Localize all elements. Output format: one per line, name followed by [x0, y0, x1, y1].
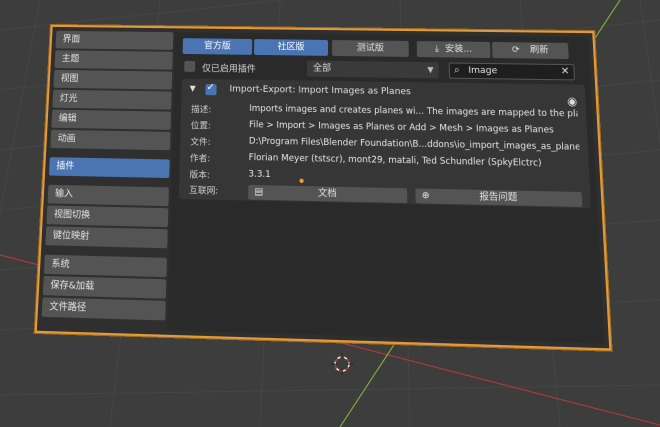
documentation-label: 文档 [318, 188, 337, 199]
file-key: 文件: [190, 135, 211, 148]
addon-title: Import-Export: Import Images as Planes [229, 84, 411, 97]
description-value: Imports images and creates planes wi... … [249, 104, 578, 120]
install-button[interactable]: ⤓ 安装... [417, 41, 491, 58]
sidebar-item-animation[interactable]: 动画 [50, 130, 170, 151]
mouse-cursor [299, 179, 303, 183]
category-value: 全部 [313, 64, 331, 74]
category-dropdown[interactable]: 全部 ▼ [307, 61, 439, 79]
search-icon: ⌕ [454, 64, 460, 78]
document-icon: ▤ [254, 185, 263, 200]
sidebar-item-themes[interactable]: 主题 [54, 50, 172, 69]
expand-arrow-icon[interactable]: ▼ [190, 84, 196, 93]
preferences-window: 界面 主题 视图 灯光 编辑 动画 插件 输入 视图切换 键位映射 系统 保存&… [35, 25, 612, 351]
addon-enable-checkbox[interactable] [205, 84, 216, 95]
web-key: 互联网: [189, 184, 218, 197]
sidebar-item-interface[interactable]: 界面 [55, 31, 173, 50]
sidebar-item-lights[interactable]: 灯光 [52, 90, 171, 110]
sidebar-item-system[interactable]: 系统 [44, 255, 167, 277]
sidebar-item-save-load[interactable]: 保存&加载 [43, 276, 167, 299]
sidebar-item-file-paths[interactable]: 文件路径 [42, 297, 166, 320]
refresh-icon: ⟳ [512, 42, 520, 58]
location-key: 位置: [191, 119, 211, 132]
tab-community[interactable]: 社区版 [254, 39, 328, 56]
report-bug-label: 报告问题 [479, 192, 517, 203]
sidebar-item-addons[interactable]: 插件 [49, 157, 170, 178]
report-bug-button[interactable]: ⊕ 报告问题 [415, 188, 582, 206]
refresh-button[interactable]: ⟳ 刷新 [492, 42, 569, 59]
tab-testing[interactable]: 测试版 [332, 40, 409, 57]
sidebar-item-viewport[interactable]: 视图 [53, 70, 172, 90]
sidebar-item-input[interactable]: 输入 [47, 185, 168, 206]
addon-entry: ▼ Import-Export: Import Images as Planes… [179, 79, 591, 209]
3d-cursor-icon[interactable] [330, 352, 354, 376]
enabled-only-checkbox[interactable] [184, 61, 195, 72]
author-key: 作者: [190, 152, 211, 165]
tab-official[interactable]: 官方版 [183, 38, 253, 55]
documentation-button[interactable]: ▤ 文档 [248, 185, 407, 203]
preferences-sidebar: 界面 主题 视图 灯光 编辑 动画 插件 输入 视图切换 键位映射 系统 保存&… [41, 31, 173, 333]
support-level-tabs: 官方版 社区版 测试版 ⤓ 安装... ⟳ 刷新 [183, 38, 584, 59]
addons-main-panel: 官方版 社区版 测试版 ⤓ 安装... ⟳ 刷新 仅已启用插件 全部 ▼ ⌕ I… [167, 32, 605, 343]
sidebar-item-navigation[interactable]: 视图切换 [46, 205, 168, 227]
addon-header: ▼ Import-Export: Import Images as Planes… [187, 83, 579, 103]
globe-icon: ⊕ [422, 189, 430, 204]
sidebar-item-keymap[interactable]: 键位映射 [45, 226, 167, 248]
description-key: 描述: [191, 103, 211, 115]
sidebar-item-editing[interactable]: 编辑 [51, 110, 171, 130]
chevron-down-icon: ▼ [427, 62, 434, 78]
clear-search-icon[interactable]: ✕ [560, 65, 569, 79]
refresh-label: 刷新 [530, 42, 549, 58]
search-value: Image [468, 66, 497, 77]
blender-logo-icon: ◉ [567, 95, 578, 109]
download-icon: ⤓ [435, 41, 439, 57]
search-input[interactable]: ⌕ Image ✕ [449, 62, 575, 80]
install-label: 安装... [445, 41, 473, 57]
enabled-only-label: 仅已启用插件 [202, 61, 256, 75]
version-key: 版本: [189, 168, 210, 181]
filter-row: 仅已启用插件 全部 ▼ ⌕ Image ✕ [182, 59, 584, 81]
